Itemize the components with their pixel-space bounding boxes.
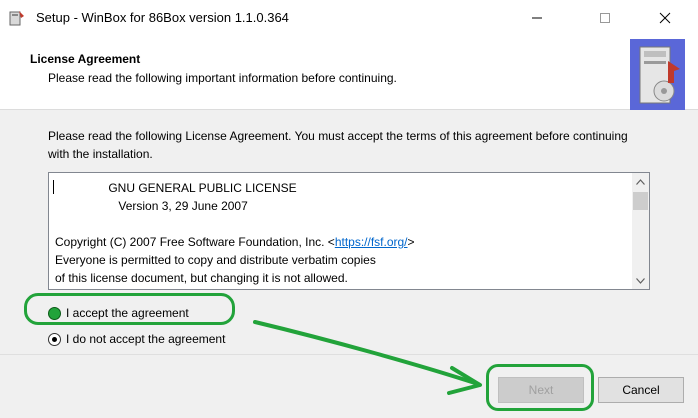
- license-line: Everyone is permitted to copy and distri…: [55, 253, 376, 267]
- license-scrollbar[interactable]: [632, 173, 649, 289]
- intro-text: Please read the following License Agreem…: [48, 129, 628, 161]
- license-textbox[interactable]: GNU GENERAL PUBLIC LICENSE Version 3, 29…: [48, 172, 650, 290]
- scroll-up-button[interactable]: [632, 173, 649, 190]
- license-line: Copyright (C) 2007 Free Software Foundat…: [55, 235, 335, 249]
- computer-install-icon: [630, 39, 685, 110]
- license-line: of this license document, but changing i…: [55, 271, 348, 285]
- license-content: GNU GENERAL PUBLIC LICENSE Version 3, 29…: [55, 179, 625, 287]
- license-line: Version 3, 29 June 2007: [55, 199, 248, 213]
- close-icon: [659, 12, 671, 24]
- setup-installer-icon: [8, 9, 26, 27]
- license-line: GNU GENERAL PUBLIC LICENSE: [55, 181, 297, 195]
- fsf-link[interactable]: https://fsf.org/: [335, 235, 408, 249]
- scroll-thumb[interactable]: [633, 192, 648, 210]
- license-copyright-line: Copyright (C) 2007 Free Software Foundat…: [55, 233, 625, 251]
- text-cursor: [53, 180, 54, 194]
- window-title: Setup - WinBox for 86Box version 1.1.0.3…: [36, 10, 289, 25]
- maximize-button[interactable]: [582, 0, 628, 36]
- decline-radio-label[interactable]: I do not accept the agreement: [66, 332, 225, 346]
- maximize-icon: [600, 13, 610, 23]
- wizard-header: License Agreement Please read the follow…: [0, 36, 698, 110]
- chevron-down-icon: [636, 277, 645, 284]
- next-highlight-annotation: [486, 364, 594, 411]
- decline-radio-button[interactable]: [48, 332, 61, 346]
- page-subtitle: Please read the following important info…: [48, 71, 397, 85]
- scroll-down-button[interactable]: [632, 272, 649, 289]
- close-button[interactable]: [642, 0, 688, 36]
- license-line: [55, 215, 625, 233]
- page-title: License Agreement: [30, 52, 141, 66]
- decline-radio-option[interactable]: I do not accept the agreement: [48, 332, 225, 346]
- license-link-suffix: >: [407, 235, 415, 249]
- title-bar: Setup - WinBox for 86Box version 1.1.0.3…: [0, 0, 698, 36]
- cancel-button[interactable]: Cancel: [598, 377, 684, 403]
- chevron-up-icon: [636, 178, 645, 185]
- minimize-icon: [532, 17, 542, 19]
- accept-highlight-annotation: [24, 293, 235, 325]
- minimize-button[interactable]: [514, 0, 560, 36]
